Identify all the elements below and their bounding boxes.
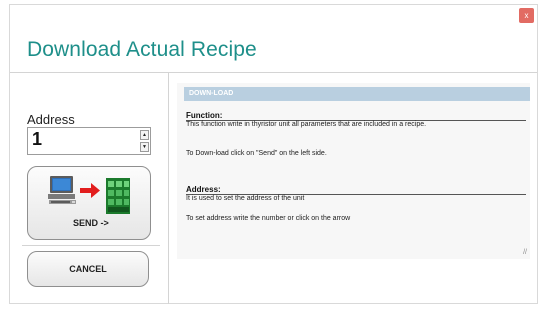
help-header: DOWN-LOAD — [184, 87, 530, 101]
dialog-window: x Download Actual Recipe Address 1 ▲ ▼ S… — [9, 4, 538, 304]
function-note: To Down-load click on "Send" on the left… — [186, 150, 327, 157]
spin-up-button[interactable]: ▲ — [140, 130, 149, 140]
title-bar: x — [10, 5, 537, 29]
computer-icon — [48, 176, 76, 204]
spin-down-button[interactable]: ▼ — [140, 142, 149, 152]
arrow-right-icon — [80, 183, 100, 198]
cancel-button[interactable]: CANCEL — [27, 251, 149, 287]
address-title: Address: — [186, 185, 221, 194]
function-title: Function: — [186, 111, 223, 120]
address-label: Address — [27, 112, 75, 127]
button-divider — [22, 245, 160, 246]
address-note: To set address write the number or click… — [186, 215, 351, 222]
close-icon: x — [524, 11, 529, 20]
left-panel: Address 1 ▲ ▼ SEND -> CANCEL — [10, 73, 169, 304]
address-spinner: ▲ ▼ — [140, 130, 149, 152]
function-text: This function write in thyristor unit al… — [186, 121, 427, 128]
send-button-label: SEND -> — [73, 218, 109, 228]
page-title: Download Actual Recipe — [27, 38, 257, 61]
send-button[interactable]: SEND -> — [27, 166, 151, 240]
thyristor-unit-icon — [106, 178, 130, 214]
resize-grip-icon[interactable]: // — [523, 249, 527, 256]
address-stepper[interactable]: 1 ▲ ▼ — [27, 127, 151, 155]
close-button[interactable]: x — [519, 8, 534, 23]
send-graphic — [48, 176, 130, 214]
help-panel: DOWN-LOAD Function: This function write … — [177, 83, 530, 259]
address-value[interactable]: 1 — [32, 129, 42, 150]
address-text: It is used to set the address of the uni… — [186, 195, 305, 202]
